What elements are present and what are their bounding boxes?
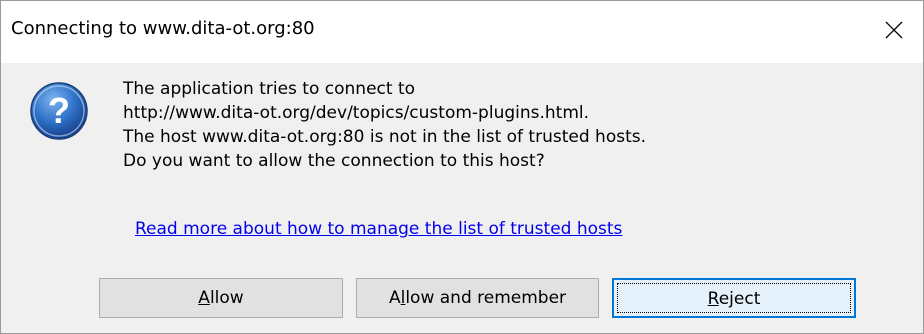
allow-label-rest: llow [209, 288, 244, 308]
dialog-body: ? The application tries to connect to ht… [1, 63, 923, 333]
connection-dialog: Connecting to www.dita-ot.org:80 ? The a… [0, 0, 924, 334]
focus-ring [617, 283, 851, 313]
allow-and-remember-button[interactable]: Allow and remember [356, 278, 599, 318]
message-line: The application tries to connect to [123, 79, 416, 99]
allow-mnemonic: A [198, 288, 210, 308]
remember-label-prefix: A [388, 288, 401, 308]
question-glyph: ? [48, 90, 70, 131]
title-bar: Connecting to www.dita-ot.org:80 [1, 1, 923, 63]
remember-label-rest: low and remember [405, 288, 567, 308]
window-title: Connecting to www.dita-ot.org:80 [11, 18, 315, 39]
allow-button[interactable]: Allow [99, 278, 343, 318]
message-line: Do you want to allow the connection to t… [123, 151, 545, 171]
message-line: The host www.dita-ot.org:80 is not in th… [123, 127, 646, 147]
message-text: The application tries to connect to http… [123, 77, 646, 173]
question-icon: ? [30, 82, 88, 140]
reject-button[interactable]: Reject [612, 278, 856, 318]
close-icon [885, 21, 903, 39]
message-line: http://www.dita-ot.org/dev/topics/custom… [123, 103, 590, 123]
close-button[interactable] [863, 1, 923, 63]
trusted-hosts-help-link[interactable]: Read more about how to manage the list o… [135, 219, 622, 239]
